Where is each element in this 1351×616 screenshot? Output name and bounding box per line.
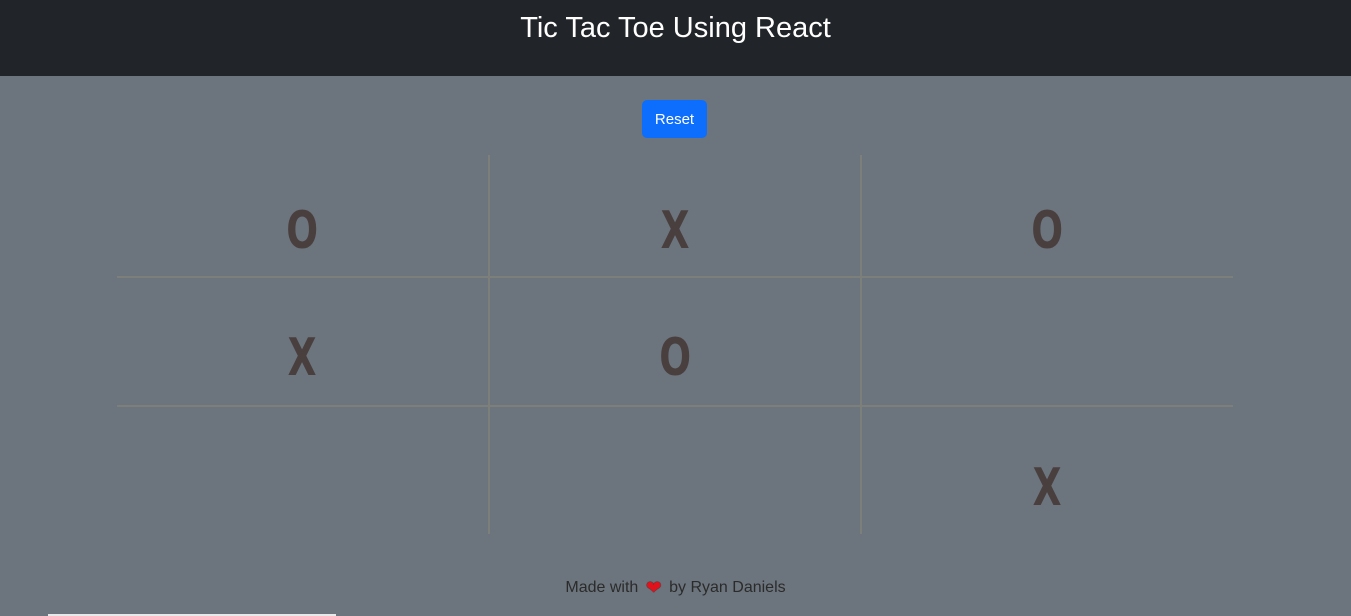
board-cell-2[interactable]: X	[490, 155, 860, 276]
board-cell-6[interactable]	[862, 278, 1233, 405]
cell-mark: O	[659, 328, 691, 388]
header-bar: Tic Tac Toe Using React	[0, 0, 1351, 76]
cell-mark: X	[288, 328, 317, 388]
footer-credit: Made with ❤ by Ryan Daniels	[0, 578, 1351, 598]
heart-icon: ❤	[645, 578, 662, 599]
cell-mark: X	[1033, 458, 1062, 518]
cell-mark: X	[660, 201, 690, 261]
board-cell-4[interactable]: X	[117, 278, 488, 405]
page-title: Tic Tac Toe Using React	[520, 12, 831, 44]
board-cell-5[interactable]: O	[490, 278, 860, 405]
board-cell-9[interactable]: X	[862, 407, 1233, 534]
board-cell-7[interactable]	[117, 407, 488, 534]
footer-suffix: by Ryan Daniels	[669, 579, 786, 596]
cell-mark: O	[286, 201, 319, 261]
game-board: O X O X O X	[117, 155, 1233, 534]
board-cell-1[interactable]: O	[117, 155, 488, 276]
footer-prefix: Made with	[565, 579, 639, 596]
reset-button[interactable]: Reset	[642, 100, 707, 138]
board-cell-8[interactable]	[490, 407, 860, 534]
cell-mark: O	[1031, 201, 1064, 261]
board-cell-3[interactable]: O	[862, 155, 1233, 276]
